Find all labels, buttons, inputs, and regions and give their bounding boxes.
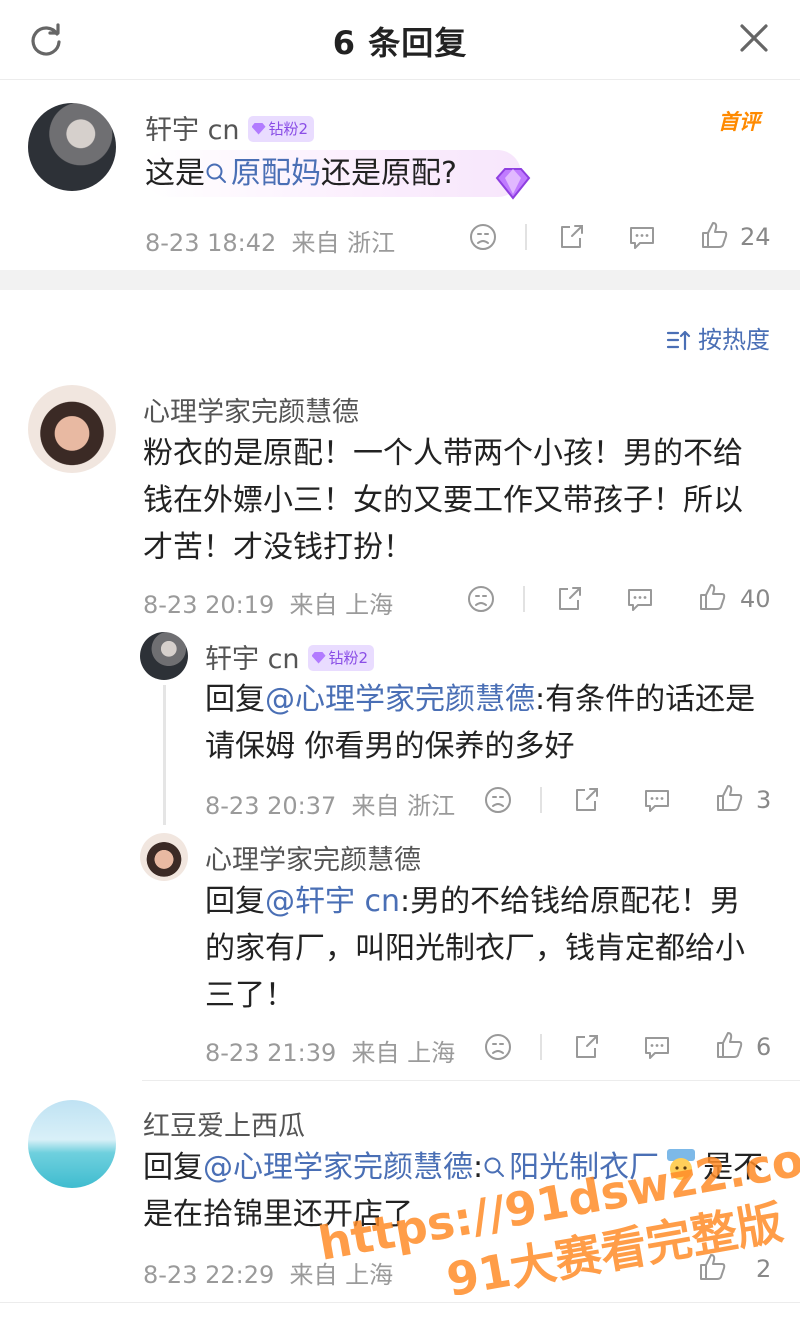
share-icon[interactable] xyxy=(554,584,584,614)
diamond-icon xyxy=(251,122,266,135)
reply-prefix: 回复 xyxy=(143,1150,203,1185)
reply-icon[interactable] xyxy=(642,785,672,815)
like-icon[interactable] xyxy=(697,582,727,612)
divider xyxy=(540,1034,542,1060)
sort-button[interactable]: 按热度 xyxy=(666,320,770,355)
reply-icon[interactable] xyxy=(627,222,657,252)
dislike-icon[interactable] xyxy=(483,785,513,815)
share-icon[interactable] xyxy=(571,785,601,815)
comment-text-colon: : xyxy=(473,1150,484,1185)
search-link-label: 原配妈 xyxy=(231,156,321,191)
search-link[interactable]: 原配妈 xyxy=(205,156,321,191)
share-icon[interactable] xyxy=(571,1032,601,1062)
like-count: 40 xyxy=(740,585,771,613)
comment-location: 来自 上海 xyxy=(289,591,394,619)
divider xyxy=(540,787,542,813)
like-count: 3 xyxy=(756,786,772,814)
first-comment-tag: 首评 xyxy=(718,110,760,134)
mention-link[interactable]: @心理学家完颜慧德 xyxy=(203,1150,473,1185)
comment-time: 8-23 20:19 xyxy=(143,591,275,619)
fan-badge-label: 钻粉2 xyxy=(268,119,309,138)
comment-location: 来自 浙江 xyxy=(351,792,456,820)
mention-link[interactable]: @心理学家完颜慧德 xyxy=(265,682,535,717)
close-icon[interactable] xyxy=(734,18,774,58)
like-count: 6 xyxy=(756,1033,772,1061)
header: 6 条回复 xyxy=(0,0,800,80)
thread-line xyxy=(163,685,166,825)
avatar[interactable] xyxy=(28,385,116,473)
username[interactable]: 轩宇 cn xyxy=(205,644,300,675)
avatar[interactable] xyxy=(140,833,188,881)
share-icon[interactable] xyxy=(556,222,586,252)
dislike-icon[interactable] xyxy=(468,222,498,252)
comment-time: 8-23 18:42 xyxy=(145,229,277,257)
like-icon[interactable] xyxy=(714,1030,744,1060)
page-title: 6 条回复 xyxy=(332,24,468,62)
like-icon[interactable] xyxy=(714,783,744,813)
comment-location: 来自 浙江 xyxy=(291,229,396,257)
avatar[interactable] xyxy=(28,1100,116,1188)
username[interactable]: 轩宇 cn xyxy=(145,115,240,146)
comment-text: 这是 xyxy=(145,156,205,191)
divider xyxy=(523,586,525,612)
section-gap xyxy=(0,270,800,290)
search-icon xyxy=(206,163,226,183)
username[interactable]: 心理学家完颜慧德 xyxy=(205,838,421,877)
sort-label: 按热度 xyxy=(698,326,770,354)
sort-icon xyxy=(666,330,691,351)
comment-time: 8-23 20:37 xyxy=(205,792,337,820)
divider xyxy=(142,1080,800,1081)
fan-badge-label: 钻粉2 xyxy=(328,648,369,667)
comment-location: 来自 上海 xyxy=(351,1039,456,1067)
reply-panel: 6 条回复 轩宇 cn 钻粉2 首评 这是 原配妈还是原配? 8-23 18:42 … xyxy=(0,0,800,1326)
comment-text-suffix: 还是原配? xyxy=(321,156,457,191)
like-count: 2 xyxy=(756,1255,772,1283)
search-icon xyxy=(484,1157,505,1177)
avatar[interactable] xyxy=(140,632,188,680)
reply-icon[interactable] xyxy=(642,1032,672,1062)
username[interactable]: 心理学家完颜慧德 xyxy=(143,390,359,429)
reply-icon[interactable] xyxy=(625,584,655,614)
fan-badge: 钻粉2 xyxy=(247,115,315,142)
comment-time: 8-23 22:29 xyxy=(143,1261,275,1289)
avatar[interactable] xyxy=(28,103,116,191)
reply-prefix: 回复 xyxy=(205,682,265,717)
username[interactable]: 红豆爱上西瓜 xyxy=(143,1104,305,1143)
diamond-icon xyxy=(311,651,326,664)
like-count: 24 xyxy=(740,223,771,251)
dislike-icon[interactable] xyxy=(483,1032,513,1062)
comment-time: 8-23 21:39 xyxy=(205,1039,337,1067)
reply-prefix: 回复 xyxy=(205,884,265,919)
dislike-icon[interactable] xyxy=(466,584,496,614)
like-icon[interactable] xyxy=(699,220,729,250)
comment-text: 粉衣的是原配！一个人带两个小孩！男的不给钱在外嫖小三！女的又要工作又带孩子！所以… xyxy=(143,436,743,565)
diamond-decoration-icon xyxy=(495,168,531,200)
mention-link[interactable]: @轩宇 cn xyxy=(265,884,400,919)
fan-badge: 钻粉2 xyxy=(307,644,375,671)
divider xyxy=(525,224,527,250)
